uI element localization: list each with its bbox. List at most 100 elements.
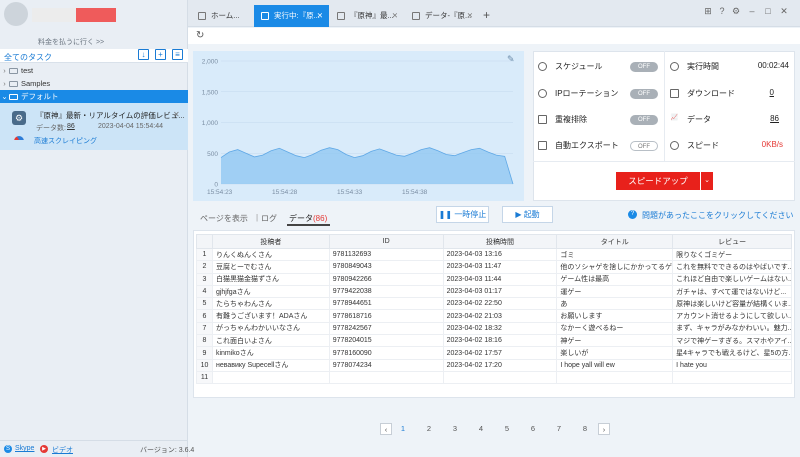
table-cell[interactable]: 6 bbox=[196, 309, 213, 323]
download-value[interactable]: 0 bbox=[714, 88, 774, 97]
table-cell[interactable]: これを無料でできるのはやばいです... bbox=[672, 260, 792, 274]
tab-data[interactable]: データ-『原... ✕ bbox=[405, 5, 479, 27]
table-cell[interactable]: 2023-04-03 01:17 bbox=[442, 284, 558, 299]
table-cell[interactable]: 2023-04-02 21:03 bbox=[442, 309, 558, 323]
table-cell[interactable]: 1 bbox=[196, 247, 213, 262]
auto-export-toggle[interactable]: OFF bbox=[630, 141, 658, 151]
tab-page-view[interactable]: ページを表示 bbox=[200, 213, 248, 224]
close-icon[interactable]: ✕ bbox=[392, 5, 398, 27]
table-cell[interactable]: 9778618716 bbox=[328, 309, 444, 323]
table-cell[interactable]: あ bbox=[556, 297, 674, 311]
table-cell[interactable]: 2023-04-02 17:20 bbox=[442, 358, 558, 372]
column-header[interactable]: 投稿者 bbox=[211, 234, 330, 249]
close-window-icon[interactable]: ✕ bbox=[779, 6, 789, 16]
table-cell[interactable] bbox=[442, 370, 558, 385]
page-8[interactable]: 8 bbox=[579, 423, 591, 435]
table-cell[interactable] bbox=[211, 370, 330, 385]
column-header[interactable]: 投稿時間 bbox=[442, 234, 558, 249]
table-cell[interactable]: 9778944651 bbox=[328, 297, 444, 311]
table-cell[interactable]: ゴミ bbox=[556, 247, 674, 262]
table-cell[interactable]: 有難うございます！ADAさん bbox=[211, 309, 330, 323]
table-row[interactable]: 7 がっちゃんわかいいなさん 9778242567 2023-04-02 18:32 な… bbox=[196, 321, 792, 336]
page-3[interactable]: 3 bbox=[449, 423, 461, 435]
table-cell[interactable]: 2023-04-03 11:47 bbox=[442, 260, 558, 274]
table-row[interactable]: 8 これ面白いよさん 9778204015 2023-04-02 18:16 神ゲー マジ… bbox=[196, 334, 792, 348]
table-cell[interactable]: 9781132693 bbox=[328, 247, 444, 262]
pause-button[interactable]: ❚❚ 一時停止 bbox=[436, 206, 489, 223]
table-cell[interactable]: りんくぬんくさん bbox=[211, 247, 330, 262]
refresh-icon[interactable]: ↻ bbox=[196, 30, 204, 41]
table-cell[interactable]: なかーく遊べるねー bbox=[556, 321, 674, 336]
column-header[interactable]: ID bbox=[328, 234, 444, 249]
maximize-icon[interactable]: □ bbox=[763, 6, 773, 16]
page-1[interactable]: 1 bbox=[397, 423, 409, 435]
table-cell[interactable]: 9778242567 bbox=[328, 321, 444, 336]
table-cell[interactable]: 豆腐とーでむさん bbox=[211, 260, 330, 274]
add-tab-icon[interactable]: + bbox=[483, 8, 490, 22]
table-row[interactable]: 4 gjhjfgaさん 9779422038 2023-04-03 01:17 運ゲーガ… bbox=[196, 284, 792, 299]
next-page-button[interactable]: › bbox=[598, 423, 610, 435]
prev-page-button[interactable]: ‹ bbox=[380, 423, 392, 435]
table-cell[interactable]: 2 bbox=[196, 260, 213, 274]
table-cell[interactable]: 7 bbox=[196, 321, 213, 336]
task-count-value[interactable]: 86 bbox=[67, 123, 75, 130]
video-link[interactable]: ビデオ bbox=[52, 445, 73, 455]
table-cell[interactable]: 2023-04-03 11:44 bbox=[442, 272, 558, 286]
table-cell[interactable] bbox=[328, 370, 444, 385]
list-icon[interactable]: ≡ bbox=[172, 49, 183, 60]
column-header[interactable]: タイトル bbox=[556, 234, 674, 249]
table-cell[interactable] bbox=[672, 370, 792, 385]
table-row[interactable]: 9 kinmikoさん 9778160090 2023-04-02 17:57 楽しいが… bbox=[196, 346, 792, 360]
table-cell[interactable]: 9780942266 bbox=[328, 272, 444, 286]
page-7[interactable]: 7 bbox=[553, 423, 565, 435]
table-cell[interactable] bbox=[556, 370, 674, 385]
table-row[interactable]: 6 有難うございます！ADAさん 9778618716 2023-04-02 21:0… bbox=[196, 309, 792, 323]
ip-rotation-toggle[interactable]: OFF bbox=[630, 89, 658, 99]
table-cell[interactable]: 原神は楽しいけど容量が結構くいま... bbox=[672, 297, 792, 311]
skype-link[interactable]: Skype bbox=[15, 445, 34, 452]
table-cell[interactable]: 白猫黒猫金猫ずさん bbox=[211, 272, 330, 286]
question-icon[interactable]: ? bbox=[628, 210, 637, 219]
table-cell[interactable]: 3 bbox=[196, 272, 213, 286]
tab-log[interactable]: ログ bbox=[261, 213, 277, 224]
table-row[interactable]: 2 豆腐とーでむさん 9780849043 2023-04-03 11:47 他のソシャ… bbox=[196, 260, 792, 274]
table-cell[interactable]: がっちゃんわかいいなさん bbox=[211, 321, 330, 336]
table-cell[interactable]: 2023-04-02 18:32 bbox=[442, 321, 558, 336]
table-cell[interactable]: 9778204015 bbox=[328, 334, 444, 348]
table-row[interactable]: 11 bbox=[196, 370, 792, 385]
table-cell[interactable]: これ面白いよさん bbox=[211, 334, 330, 348]
table-cell[interactable]: 4 bbox=[196, 284, 213, 299]
speedup-button[interactable]: スピードアップ bbox=[616, 172, 700, 190]
tree-item-test[interactable]: › test bbox=[0, 64, 188, 77]
table-cell[interactable]: 神ゲー bbox=[556, 334, 674, 348]
table-cell[interactable]: たらちゃわんさん bbox=[211, 297, 330, 311]
table-row[interactable]: 1 りんくぬんくさん 9781132693 2023-04-03 13:16 ゴミ 限りな… bbox=[196, 247, 792, 262]
help-link[interactable]: 問題があったここをクリックしてください bbox=[642, 210, 794, 221]
table-cell[interactable]: 11 bbox=[196, 370, 213, 385]
download-icon[interactable]: ↓ bbox=[138, 49, 149, 60]
help-icon[interactable]: ? bbox=[717, 6, 727, 16]
edit-icon[interactable]: ✎ bbox=[507, 54, 515, 65]
table-cell[interactable]: 9780849043 bbox=[328, 260, 444, 274]
table-cell[interactable]: ガチャは、すべて運ではないけど... bbox=[672, 284, 792, 299]
tree-item-samples[interactable]: › Samples bbox=[0, 77, 188, 90]
task-name[interactable]: 『原神』最新・リアルタイムの評価レビュ... bbox=[36, 110, 185, 121]
table-row[interactable]: 3 白猫黒猫金猫ずさん 9780942266 2023-04-03 11:44 ゲーム性… bbox=[196, 272, 792, 286]
start-button[interactable]: ▶ 起動 bbox=[502, 206, 553, 223]
column-header[interactable]: レビュー bbox=[672, 234, 792, 249]
close-icon[interactable]: ✕ bbox=[467, 5, 473, 27]
table-cell[interactable]: アカウント消せるようにして欲しい... bbox=[672, 309, 792, 323]
data-value[interactable]: 86 bbox=[719, 114, 779, 123]
tab-home[interactable]: ホーム... bbox=[191, 5, 253, 27]
table-cell[interactable]: 運ゲー bbox=[556, 284, 674, 299]
table-cell[interactable]: 2023-04-02 22:50 bbox=[442, 297, 558, 311]
table-cell[interactable]: I hope yall will ew bbox=[556, 358, 674, 372]
close-icon[interactable]: ✕ bbox=[317, 5, 323, 27]
tree-item-default[interactable]: ⌄ デフォルト bbox=[0, 90, 188, 103]
table-cell[interactable]: 5 bbox=[196, 297, 213, 311]
tab-running[interactable]: 実行中:『原... ✕ bbox=[254, 5, 329, 27]
table-cell[interactable]: 9779422038 bbox=[328, 284, 444, 299]
schedule-toggle[interactable]: OFF bbox=[630, 62, 658, 72]
table-cell[interactable]: 限りなくゴミゲー bbox=[672, 247, 792, 262]
chevron-down-icon[interactable]: ⌄ bbox=[701, 172, 713, 190]
